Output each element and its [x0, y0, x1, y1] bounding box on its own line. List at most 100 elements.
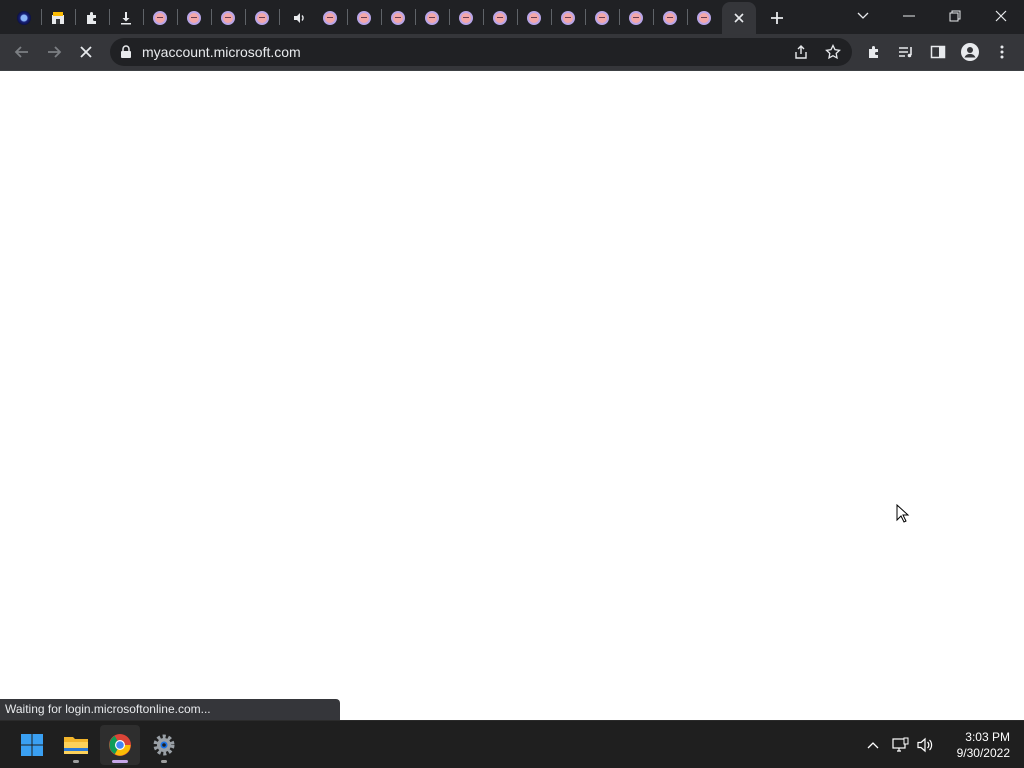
kebab-menu-icon	[1000, 45, 1004, 59]
mascot-favicon-icon	[459, 11, 473, 25]
mascot-favicon-icon	[323, 11, 337, 25]
clock-time: 3:03 PM	[965, 730, 1010, 744]
tab-extensions[interactable]	[75, 4, 109, 32]
file-explorer-button[interactable]	[56, 725, 96, 765]
tab-mascot-10[interactable]	[483, 4, 517, 32]
lock-icon[interactable]	[120, 45, 132, 59]
mascot-favicon-icon	[187, 11, 201, 25]
chevron-up-icon	[867, 742, 879, 749]
tab-mascot-6[interactable]	[347, 4, 381, 32]
mascot-favicon-icon	[629, 11, 643, 25]
tab-mascot-11[interactable]	[517, 4, 551, 32]
tab-mascot-15[interactable]	[653, 4, 687, 32]
media-control-button[interactable]	[892, 38, 920, 66]
forward-button[interactable]	[40, 38, 68, 66]
close-window-button[interactable]	[978, 0, 1024, 32]
tab-mascot-16[interactable]	[687, 4, 721, 32]
mascot-favicon-icon	[153, 11, 167, 25]
download-icon	[121, 12, 131, 25]
speaker-audio-icon	[294, 13, 304, 23]
tab-audio[interactable]	[282, 4, 316, 32]
profile-button[interactable]	[956, 38, 984, 66]
mascot-favicon-icon	[595, 11, 609, 25]
running-indicator	[161, 760, 167, 763]
chrome-menu-button[interactable]	[988, 38, 1016, 66]
side-panel-button[interactable]	[924, 38, 952, 66]
extensions-button[interactable]	[860, 38, 888, 66]
space-logo-icon	[17, 11, 31, 25]
running-indicator	[73, 760, 79, 763]
tab-mascot-3[interactable]	[211, 4, 245, 32]
address-bar[interactable]: myaccount.microsoft.com	[110, 38, 852, 66]
tab-search-button[interactable]	[840, 0, 886, 32]
tab-mascot-8[interactable]	[415, 4, 449, 32]
close-window-icon	[995, 10, 1007, 22]
back-arrow-icon	[14, 46, 28, 58]
bookmark-star-button[interactable]	[822, 41, 844, 63]
chevron-down-icon	[857, 12, 869, 19]
tab-space-logo[interactable]	[7, 4, 41, 32]
tab-mascot-14[interactable]	[619, 4, 653, 32]
tab-mascot-4[interactable]	[245, 4, 279, 32]
extensions-puzzle-icon	[869, 46, 878, 58]
status-bubble: Waiting for login.microsoftonline.com...	[0, 699, 340, 720]
minimize-icon	[903, 15, 915, 17]
mascot-favicon-icon	[493, 11, 507, 25]
plus-icon	[771, 12, 783, 24]
tab-active-loading[interactable]	[722, 2, 756, 34]
file-explorer-icon	[64, 737, 88, 754]
stop-loading-button[interactable]	[72, 38, 100, 66]
forward-arrow-icon	[48, 46, 62, 58]
chrome-icon	[109, 734, 131, 756]
tab-mascot-12[interactable]	[551, 4, 585, 32]
mascot-favicon-icon	[527, 11, 541, 25]
media-queue-icon	[899, 47, 912, 58]
share-button[interactable]	[790, 41, 812, 63]
tab-mascot-7[interactable]	[381, 4, 415, 32]
network-icon	[892, 737, 909, 752]
store-icon	[52, 12, 64, 24]
profile-avatar-icon	[961, 43, 979, 61]
speaker-volume-icon	[917, 737, 933, 753]
back-button[interactable]	[8, 38, 36, 66]
minimize-button[interactable]	[886, 0, 932, 32]
tab-mascot-5[interactable]	[313, 4, 347, 32]
browser-toolbar: myaccount.microsoft.com	[0, 34, 1024, 70]
tab-store[interactable]	[41, 4, 75, 32]
mascot-favicon-icon	[357, 11, 371, 25]
chrome-taskbar-button[interactable]	[100, 725, 140, 765]
network-button[interactable]	[889, 733, 913, 757]
stop-x-icon	[80, 46, 92, 58]
new-tab-button[interactable]	[760, 4, 794, 32]
restore-icon	[949, 10, 961, 22]
active-indicator	[112, 760, 128, 763]
show-hidden-icons-button[interactable]	[861, 733, 885, 757]
tab-mascot-2[interactable]	[177, 4, 211, 32]
start-windows-icon	[21, 734, 43, 756]
share-icon	[795, 45, 807, 59]
tab-strip	[0, 0, 1024, 34]
page-viewport	[0, 71, 1024, 720]
mascot-favicon-icon	[697, 11, 711, 25]
star-icon	[825, 44, 841, 60]
tab-downloads[interactable]	[109, 4, 143, 32]
mascot-favicon-icon	[255, 11, 269, 25]
settings-gear-icon	[153, 734, 175, 756]
windows-taskbar: 3:03 PM 9/30/2022	[0, 720, 1024, 768]
taskbar-clock[interactable]: 3:03 PM 9/30/2022	[944, 729, 1010, 761]
restore-button[interactable]	[932, 0, 978, 32]
close-icon[interactable]	[733, 12, 745, 24]
start-button[interactable]	[12, 725, 52, 765]
tab-mascot-13[interactable]	[585, 4, 619, 32]
clock-date: 9/30/2022	[956, 746, 1010, 760]
mascot-favicon-icon	[221, 11, 235, 25]
mascot-favicon-icon	[663, 11, 677, 25]
tab-mascot-9[interactable]	[449, 4, 483, 32]
extensions-puzzle-icon	[87, 12, 96, 24]
volume-button[interactable]	[913, 733, 937, 757]
side-panel-icon	[930, 45, 946, 59]
tab-mascot-1[interactable]	[143, 4, 177, 32]
settings-taskbar-button[interactable]	[144, 725, 184, 765]
url-text[interactable]: myaccount.microsoft.com	[142, 38, 301, 66]
mascot-favicon-icon	[561, 11, 575, 25]
